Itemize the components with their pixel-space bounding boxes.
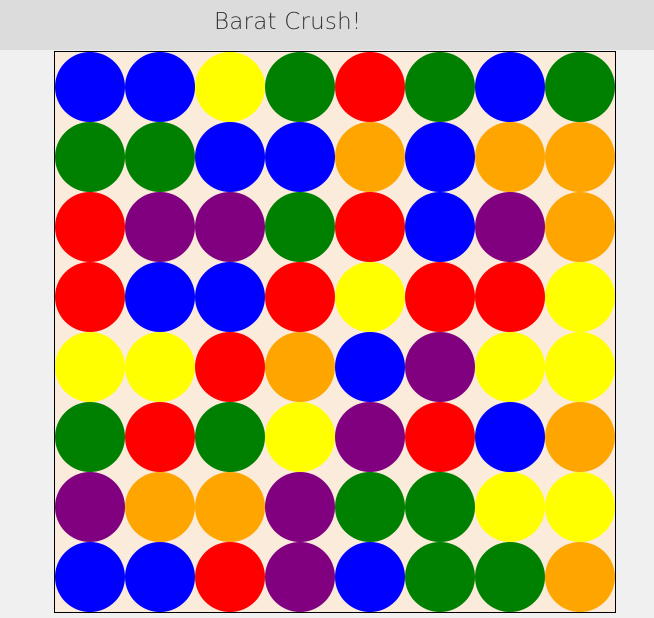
candy-blue[interactable] (405, 192, 475, 262)
candy-yellow[interactable] (545, 332, 615, 402)
header-bar: Barat Crush! (0, 0, 654, 50)
candy-red[interactable] (55, 262, 125, 332)
candy-blue[interactable] (125, 542, 195, 612)
candy-blue[interactable] (335, 332, 405, 402)
candy-blue[interactable] (265, 122, 335, 192)
candy-green[interactable] (125, 122, 195, 192)
candy-orange[interactable] (125, 472, 195, 542)
candy-green[interactable] (55, 402, 125, 472)
candy-yellow[interactable] (265, 402, 335, 472)
candy-blue[interactable] (335, 542, 405, 612)
candy-green[interactable] (405, 472, 475, 542)
game-title: Barat Crush! (214, 9, 362, 35)
candy-red[interactable] (405, 262, 475, 332)
candy-yellow[interactable] (475, 472, 545, 542)
candy-blue[interactable] (475, 52, 545, 122)
candy-blue[interactable] (195, 122, 265, 192)
candy-green[interactable] (335, 472, 405, 542)
candy-orange[interactable] (545, 192, 615, 262)
candy-blue[interactable] (55, 52, 125, 122)
candy-red[interactable] (475, 262, 545, 332)
candy-red[interactable] (335, 52, 405, 122)
candy-red[interactable] (195, 332, 265, 402)
candy-green[interactable] (195, 402, 265, 472)
candy-blue[interactable] (125, 52, 195, 122)
candy-yellow[interactable] (335, 262, 405, 332)
candy-purple[interactable] (265, 472, 335, 542)
candy-green[interactable] (55, 122, 125, 192)
candy-purple[interactable] (265, 542, 335, 612)
candy-yellow[interactable] (545, 472, 615, 542)
candy-red[interactable] (125, 402, 195, 472)
candy-yellow[interactable] (545, 262, 615, 332)
candy-orange[interactable] (545, 122, 615, 192)
candy-yellow[interactable] (475, 332, 545, 402)
candy-orange[interactable] (195, 472, 265, 542)
candy-green[interactable] (405, 542, 475, 612)
candy-purple[interactable] (335, 402, 405, 472)
candy-green[interactable] (475, 542, 545, 612)
candy-purple[interactable] (125, 192, 195, 262)
game-board (54, 51, 616, 613)
candy-blue[interactable] (195, 262, 265, 332)
candy-red[interactable] (335, 192, 405, 262)
candy-orange[interactable] (265, 332, 335, 402)
candy-orange[interactable] (545, 542, 615, 612)
candy-blue[interactable] (475, 402, 545, 472)
candy-blue[interactable] (125, 262, 195, 332)
candy-red[interactable] (405, 402, 475, 472)
candy-green[interactable] (405, 52, 475, 122)
candy-green[interactable] (545, 52, 615, 122)
candy-red[interactable] (195, 542, 265, 612)
candy-purple[interactable] (195, 192, 265, 262)
candy-orange[interactable] (335, 122, 405, 192)
candy-green[interactable] (265, 192, 335, 262)
candy-red[interactable] (55, 192, 125, 262)
candy-purple[interactable] (405, 332, 475, 402)
candy-red[interactable] (265, 262, 335, 332)
candy-yellow[interactable] (195, 52, 265, 122)
candy-green[interactable] (265, 52, 335, 122)
candy-yellow[interactable] (125, 332, 195, 402)
candy-purple[interactable] (475, 192, 545, 262)
candy-blue[interactable] (405, 122, 475, 192)
candy-blue[interactable] (55, 542, 125, 612)
candy-orange[interactable] (475, 122, 545, 192)
candy-orange[interactable] (545, 402, 615, 472)
candy-yellow[interactable] (55, 332, 125, 402)
candy-purple[interactable] (55, 472, 125, 542)
